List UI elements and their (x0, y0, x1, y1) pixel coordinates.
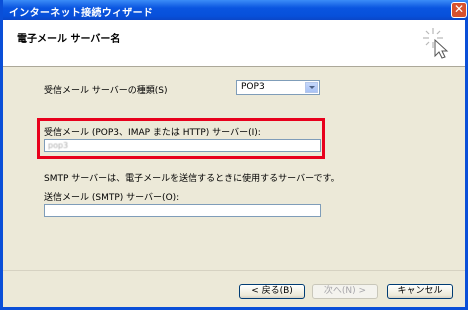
title-bar: インターネット接続ウィザード ✕ (3, 0, 468, 20)
page-title: 電子メール サーバー名 (17, 34, 121, 45)
outgoing-server-input[interactable] (44, 204, 321, 217)
incoming-server-value: pop3 (48, 141, 69, 150)
cancel-button[interactable]: キャンセル (387, 284, 453, 299)
wizard-cursor-icon (423, 28, 449, 59)
back-button[interactable]: < 戻る(B) (239, 284, 305, 299)
server-type-label: 受信メール サーバーの種類(S) (44, 86, 168, 96)
smtp-note: SMTP サーバーは、電子メールを送信するときに使用するサーバーです。 (44, 174, 340, 184)
wizard-window: インターネット接続ウィザード ✕ 電子メール サーバー名 受信メール サーバーの… (0, 0, 468, 310)
form-area: 受信メール サーバーの種類(S) POP3 受信メール (POP3、IMAP ま… (3, 67, 465, 270)
outgoing-server-label: 送信メール (SMTP) サーバー(O): (44, 193, 180, 203)
close-button[interactable]: ✕ (451, 2, 467, 18)
wizard-header: 電子メール サーバー名 (3, 20, 465, 67)
wizard-footer: < 戻る(B) 次へ(N) > キャンセル (3, 270, 465, 311)
server-type-select[interactable]: POP3 (236, 80, 320, 95)
server-type-value: POP3 (241, 82, 265, 92)
next-button[interactable]: 次へ(N) > (312, 284, 378, 299)
chevron-down-icon[interactable] (305, 82, 318, 93)
incoming-server-input[interactable]: pop3 (44, 139, 321, 152)
incoming-server-label: 受信メール (POP3、IMAP または HTTP) サーバー(I): (44, 128, 261, 138)
window-title: インターネット接続ウィザード (9, 8, 154, 19)
